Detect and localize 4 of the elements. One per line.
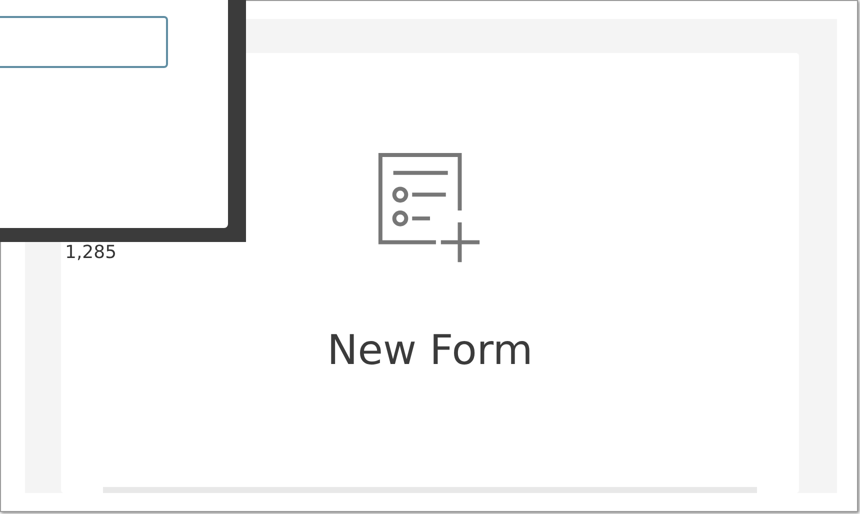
- tile-label: New Form: [327, 330, 533, 372]
- value-text: 1,285: [65, 244, 117, 262]
- form-add-icon: [378, 153, 482, 264]
- input-field[interactable]: [0, 16, 168, 68]
